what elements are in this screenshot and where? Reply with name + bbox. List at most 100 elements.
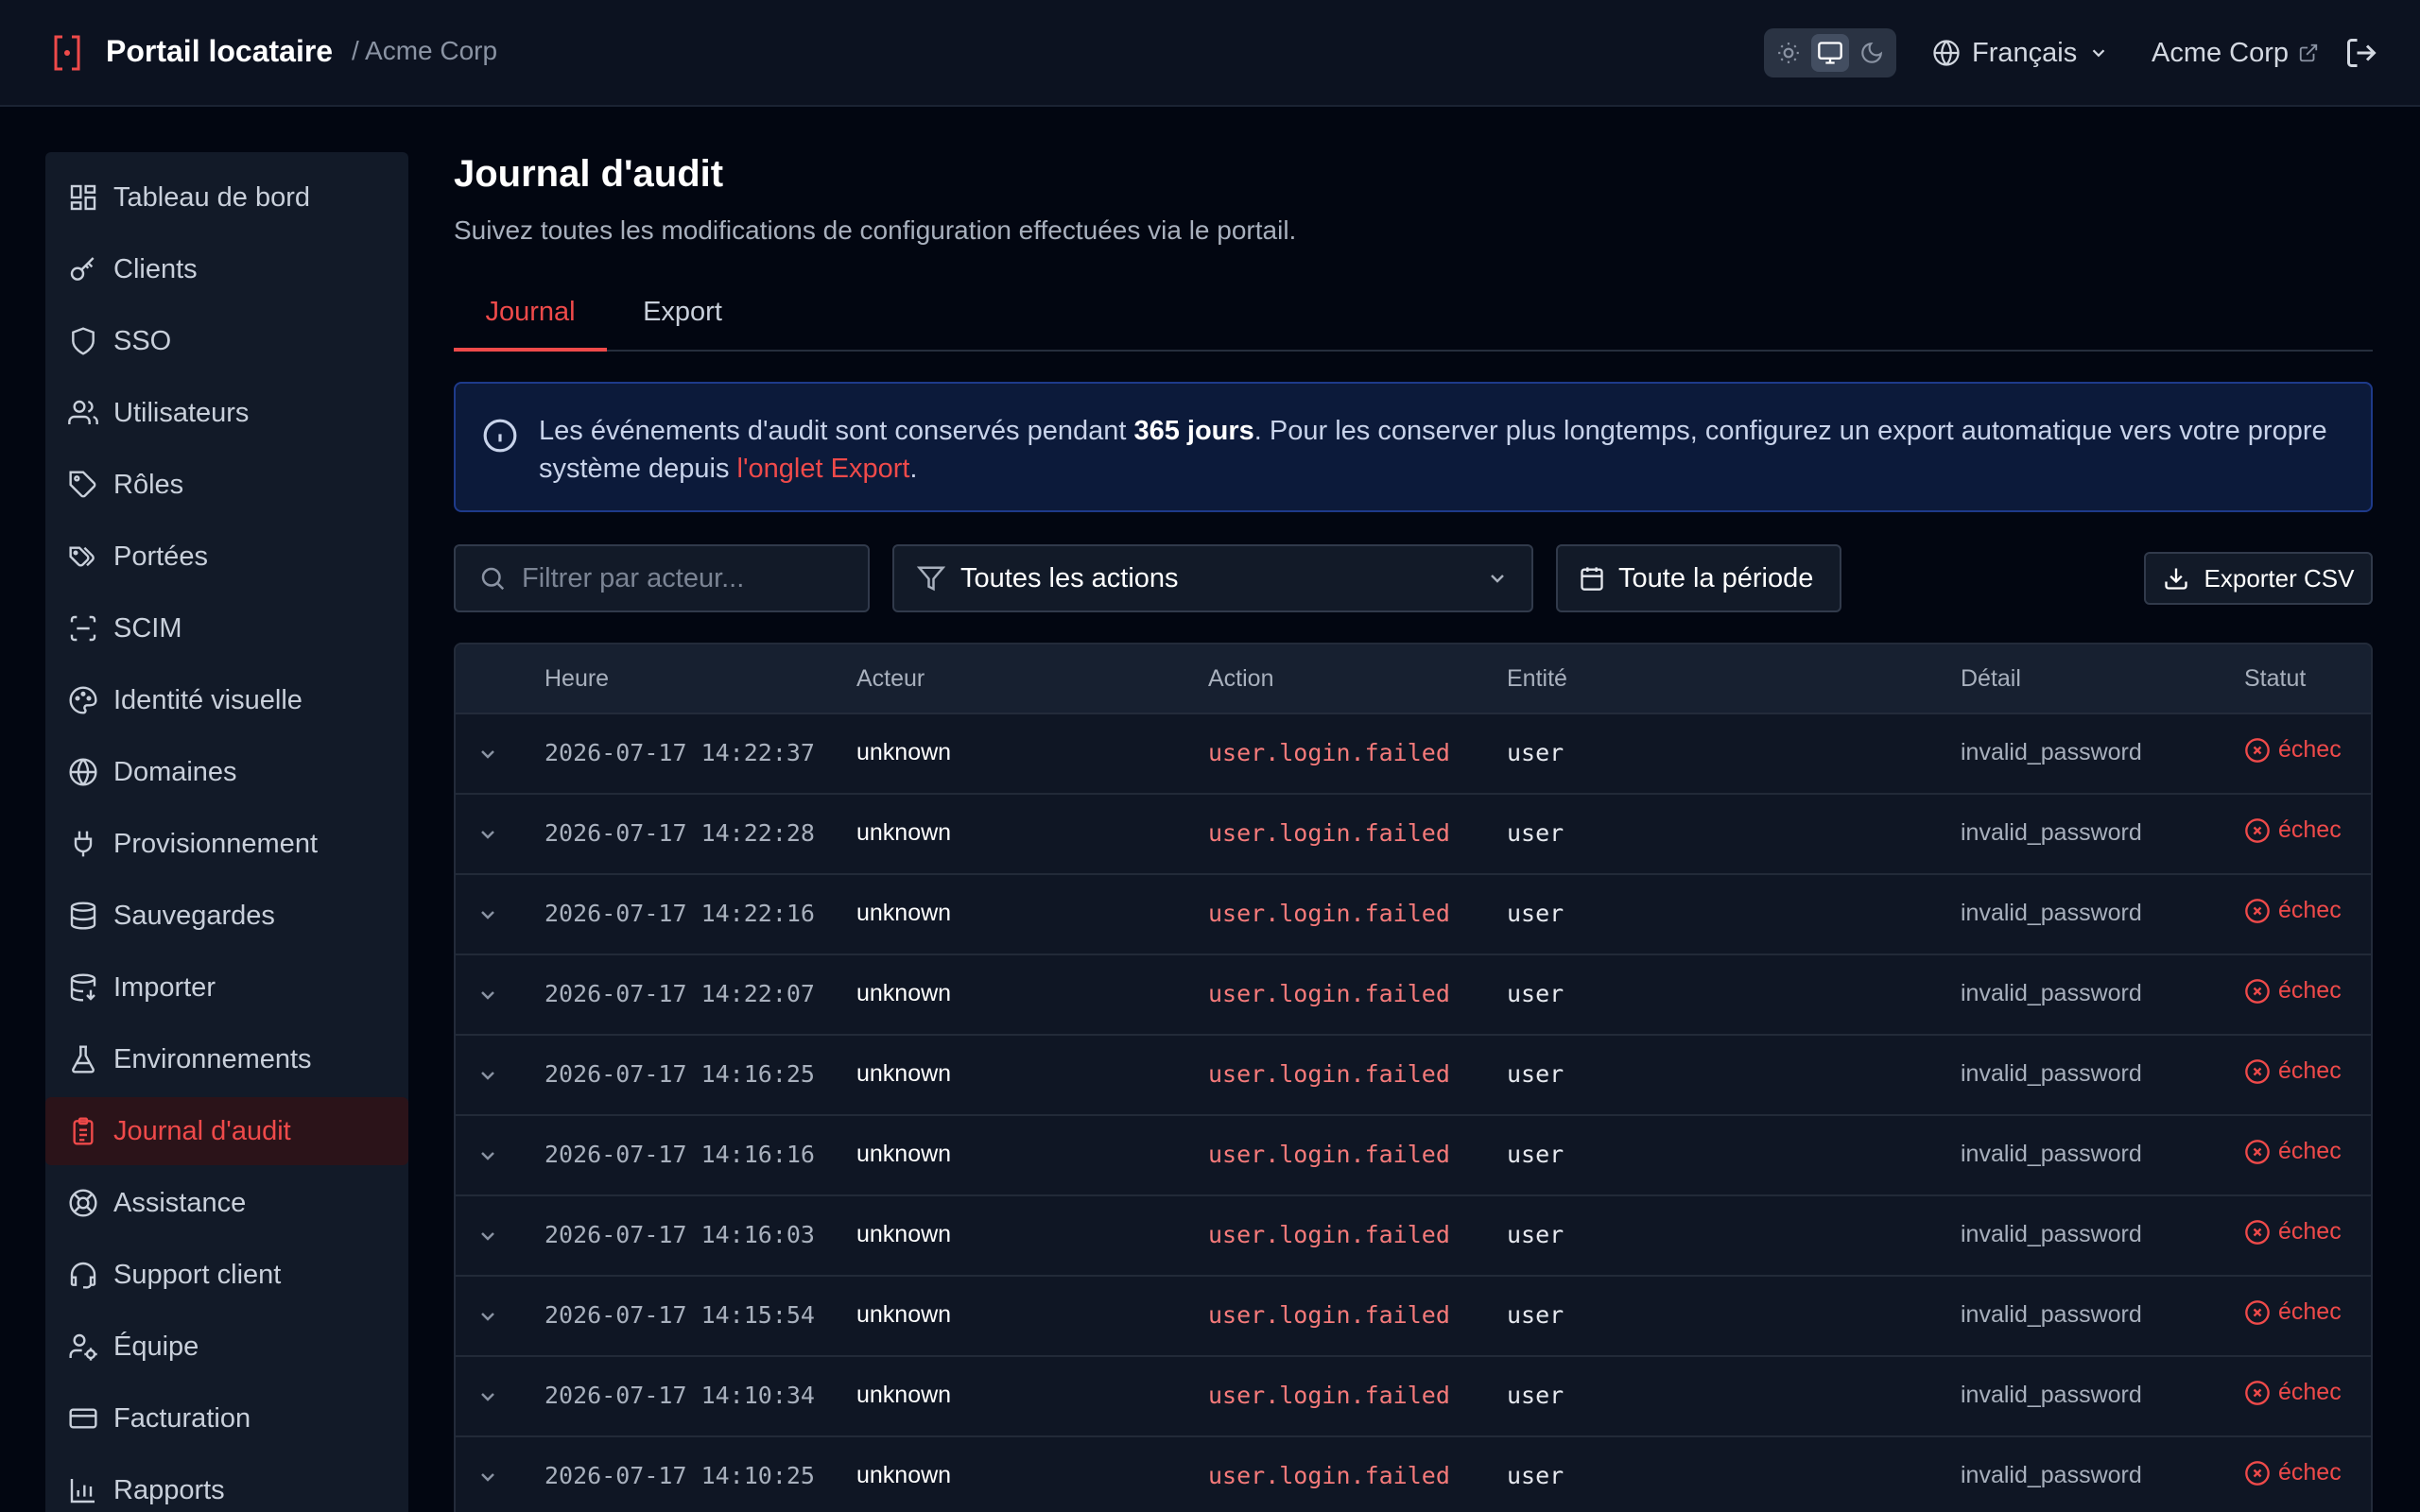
sidebar-item-provisioning[interactable]: Provisionnement <box>45 810 408 878</box>
light-theme-button[interactable] <box>1770 34 1807 72</box>
flask-icon <box>72 1045 95 1074</box>
chevron-down-icon <box>1491 575 1504 583</box>
expand-row-chevron-icon[interactable] <box>476 823 499 846</box>
status-label: échec <box>2278 977 2342 1004</box>
sidebar-item-environments[interactable]: Environnements <box>45 1025 408 1093</box>
action-filter-value: Toutes les actions <box>960 562 1179 593</box>
expand-row-chevron-icon[interactable] <box>476 1305 499 1328</box>
tab-export[interactable]: Export <box>626 284 739 352</box>
expand-row-chevron-icon[interactable] <box>476 1385 499 1408</box>
headset-icon <box>70 1262 96 1289</box>
sidebar-item-audit-log[interactable]: Journal d'audit <box>45 1097 408 1165</box>
cell-detail: invalid_password <box>1961 1060 2142 1087</box>
top-bar: Portail locataire / Acme Corp Français A… <box>0 0 2420 107</box>
table-row[interactable]: 2026-07-17 14:22:37 unknown user.login.fai… <box>456 714 2371 795</box>
sidebar-item-clients[interactable]: Clients <box>45 235 408 303</box>
sidebar-item-reports[interactable]: Rapports <box>45 1456 408 1512</box>
status-badge: échec <box>2244 1057 2342 1085</box>
sidebar-item-roles[interactable]: Rôles <box>45 451 408 519</box>
table-row[interactable]: 2026-07-17 14:10:34 unknown user.login.fai… <box>456 1357 2371 1437</box>
export-csv-label: Exporter CSV <box>2204 563 2355 593</box>
sidebar-item-label: Portées <box>113 541 208 572</box>
sidebar-item-label: Provisionnement <box>113 828 318 859</box>
tab-export-label: Export <box>643 297 722 327</box>
sidebar-item-label: Rapports <box>113 1474 225 1505</box>
org-external-link[interactable]: Acme Corp <box>2152 32 2319 74</box>
table-row[interactable]: 2026-07-17 14:16:03 unknown user.login.fai… <box>456 1196 2371 1277</box>
column-header-actor: Acteur <box>856 665 925 692</box>
sidebar-item-sso[interactable]: SSO <box>45 307 408 375</box>
calendar-icon <box>1581 567 1603 591</box>
sidebar-item-scopes[interactable]: Portées <box>45 523 408 591</box>
export-tab-link[interactable]: l'onglet Export <box>737 454 910 484</box>
notice-text-part: Les événements d'audit sont conservés pe… <box>539 416 1134 446</box>
expand-row-chevron-icon[interactable] <box>476 1466 499 1488</box>
cell-time: 2026-07-17 14:15:54 <box>544 1301 815 1329</box>
tab-journal[interactable]: Journal <box>454 284 607 352</box>
status-badge: échec <box>2244 1218 2342 1246</box>
table-row[interactable]: 2026-07-17 14:22:16 unknown user.login.fai… <box>456 875 2371 955</box>
sidebar-item-customer-support[interactable]: Support client <box>45 1241 408 1309</box>
expand-row-chevron-icon[interactable] <box>476 1064 499 1087</box>
cell-action: user.login.failed <box>1208 1382 1450 1409</box>
logout-icon[interactable] <box>2344 36 2378 70</box>
app-title[interactable]: Portail locataire <box>106 34 333 69</box>
cell-actor: unknown <box>856 1060 952 1087</box>
period-filter-value: Toute la période <box>1618 562 1814 593</box>
system-theme-button[interactable] <box>1811 34 1849 72</box>
sidebar-item-users[interactable]: Utilisateurs <box>45 379 408 447</box>
cell-entity: user <box>1507 739 1564 766</box>
language-selector[interactable]: Français <box>1932 32 2109 74</box>
sidebar-item-import[interactable]: Importer <box>45 954 408 1022</box>
sidebar-item-scim[interactable]: SCIM <box>45 594 408 662</box>
error-circle-icon <box>2245 1299 2270 1325</box>
action-filter-select[interactable]: Toutes les actions <box>892 544 1533 612</box>
cell-entity: user <box>1507 1382 1564 1409</box>
cell-time: 2026-07-17 14:22:28 <box>544 819 815 847</box>
sidebar-item-label: Clients <box>113 253 198 284</box>
sidebar-item-label: Assistance <box>113 1187 247 1218</box>
table-row[interactable]: 2026-07-17 14:22:28 unknown user.login.fai… <box>456 795 2371 875</box>
sidebar-item-dashboard[interactable]: Tableau de bord <box>45 163 408 232</box>
sidebar-item-team[interactable]: Équipe <box>45 1313 408 1381</box>
sidebar-item-backups[interactable]: Sauvegardes <box>45 882 408 950</box>
notice-text: Les événements d'audit sont conservés pe… <box>539 412 2335 488</box>
status-label: échec <box>2278 897 2342 923</box>
cell-entity: user <box>1507 819 1564 847</box>
cell-detail: invalid_password <box>1961 819 2142 846</box>
dark-theme-button[interactable] <box>1853 34 1891 72</box>
table-row[interactable]: 2026-07-17 14:10:25 unknown user.login.fai… <box>456 1437 2371 1512</box>
error-circle-icon <box>2245 1139 2270 1164</box>
sidebar-item-domains[interactable]: Domaines <box>45 738 408 806</box>
status-label: échec <box>2278 1057 2342 1084</box>
sidebar-item-branding[interactable]: Identité visuelle <box>45 666 408 734</box>
sidebar-item-assistance[interactable]: Assistance <box>45 1169 408 1237</box>
expand-row-chevron-icon[interactable] <box>476 1225 499 1247</box>
globe-icon <box>69 758 97 786</box>
audit-log-table: Heure Acteur Action Entité Détail Statut… <box>454 643 2373 1512</box>
database-icon <box>70 902 96 930</box>
status-label: échec <box>2278 1459 2342 1486</box>
expand-row-chevron-icon[interactable] <box>476 984 499 1006</box>
database-import-icon <box>70 973 96 1002</box>
export-csv-button[interactable]: Exporter CSV <box>2144 552 2373 605</box>
sidebar-item-label: Environnements <box>113 1043 312 1074</box>
cell-action: user.login.failed <box>1208 739 1450 766</box>
cell-action: user.login.failed <box>1208 980 1450 1007</box>
actor-search-input[interactable] <box>522 562 843 594</box>
table-row[interactable]: 2026-07-17 14:16:16 unknown user.login.fai… <box>456 1116 2371 1196</box>
status-badge: échec <box>2244 1459 2342 1486</box>
cell-time: 2026-07-17 14:16:16 <box>544 1141 815 1168</box>
key-icon <box>70 257 95 281</box>
retention-notice: Les événements d'audit sont conservés pe… <box>454 382 2373 512</box>
expand-row-chevron-icon[interactable] <box>476 743 499 765</box>
actor-filter[interactable] <box>454 544 870 612</box>
expand-row-chevron-icon[interactable] <box>476 903 499 926</box>
expand-row-chevron-icon[interactable] <box>476 1144 499 1167</box>
table-row[interactable]: 2026-07-17 14:22:07 unknown user.login.fai… <box>456 955 2371 1036</box>
table-row[interactable]: 2026-07-17 14:16:25 unknown user.login.fai… <box>456 1036 2371 1116</box>
table-row[interactable]: 2026-07-17 14:15:54 unknown user.login.fai… <box>456 1277 2371 1357</box>
cell-detail: invalid_password <box>1961 980 2142 1006</box>
period-filter[interactable]: Toute la période <box>1556 544 1841 612</box>
sidebar-item-billing[interactable]: Facturation <box>45 1384 408 1452</box>
